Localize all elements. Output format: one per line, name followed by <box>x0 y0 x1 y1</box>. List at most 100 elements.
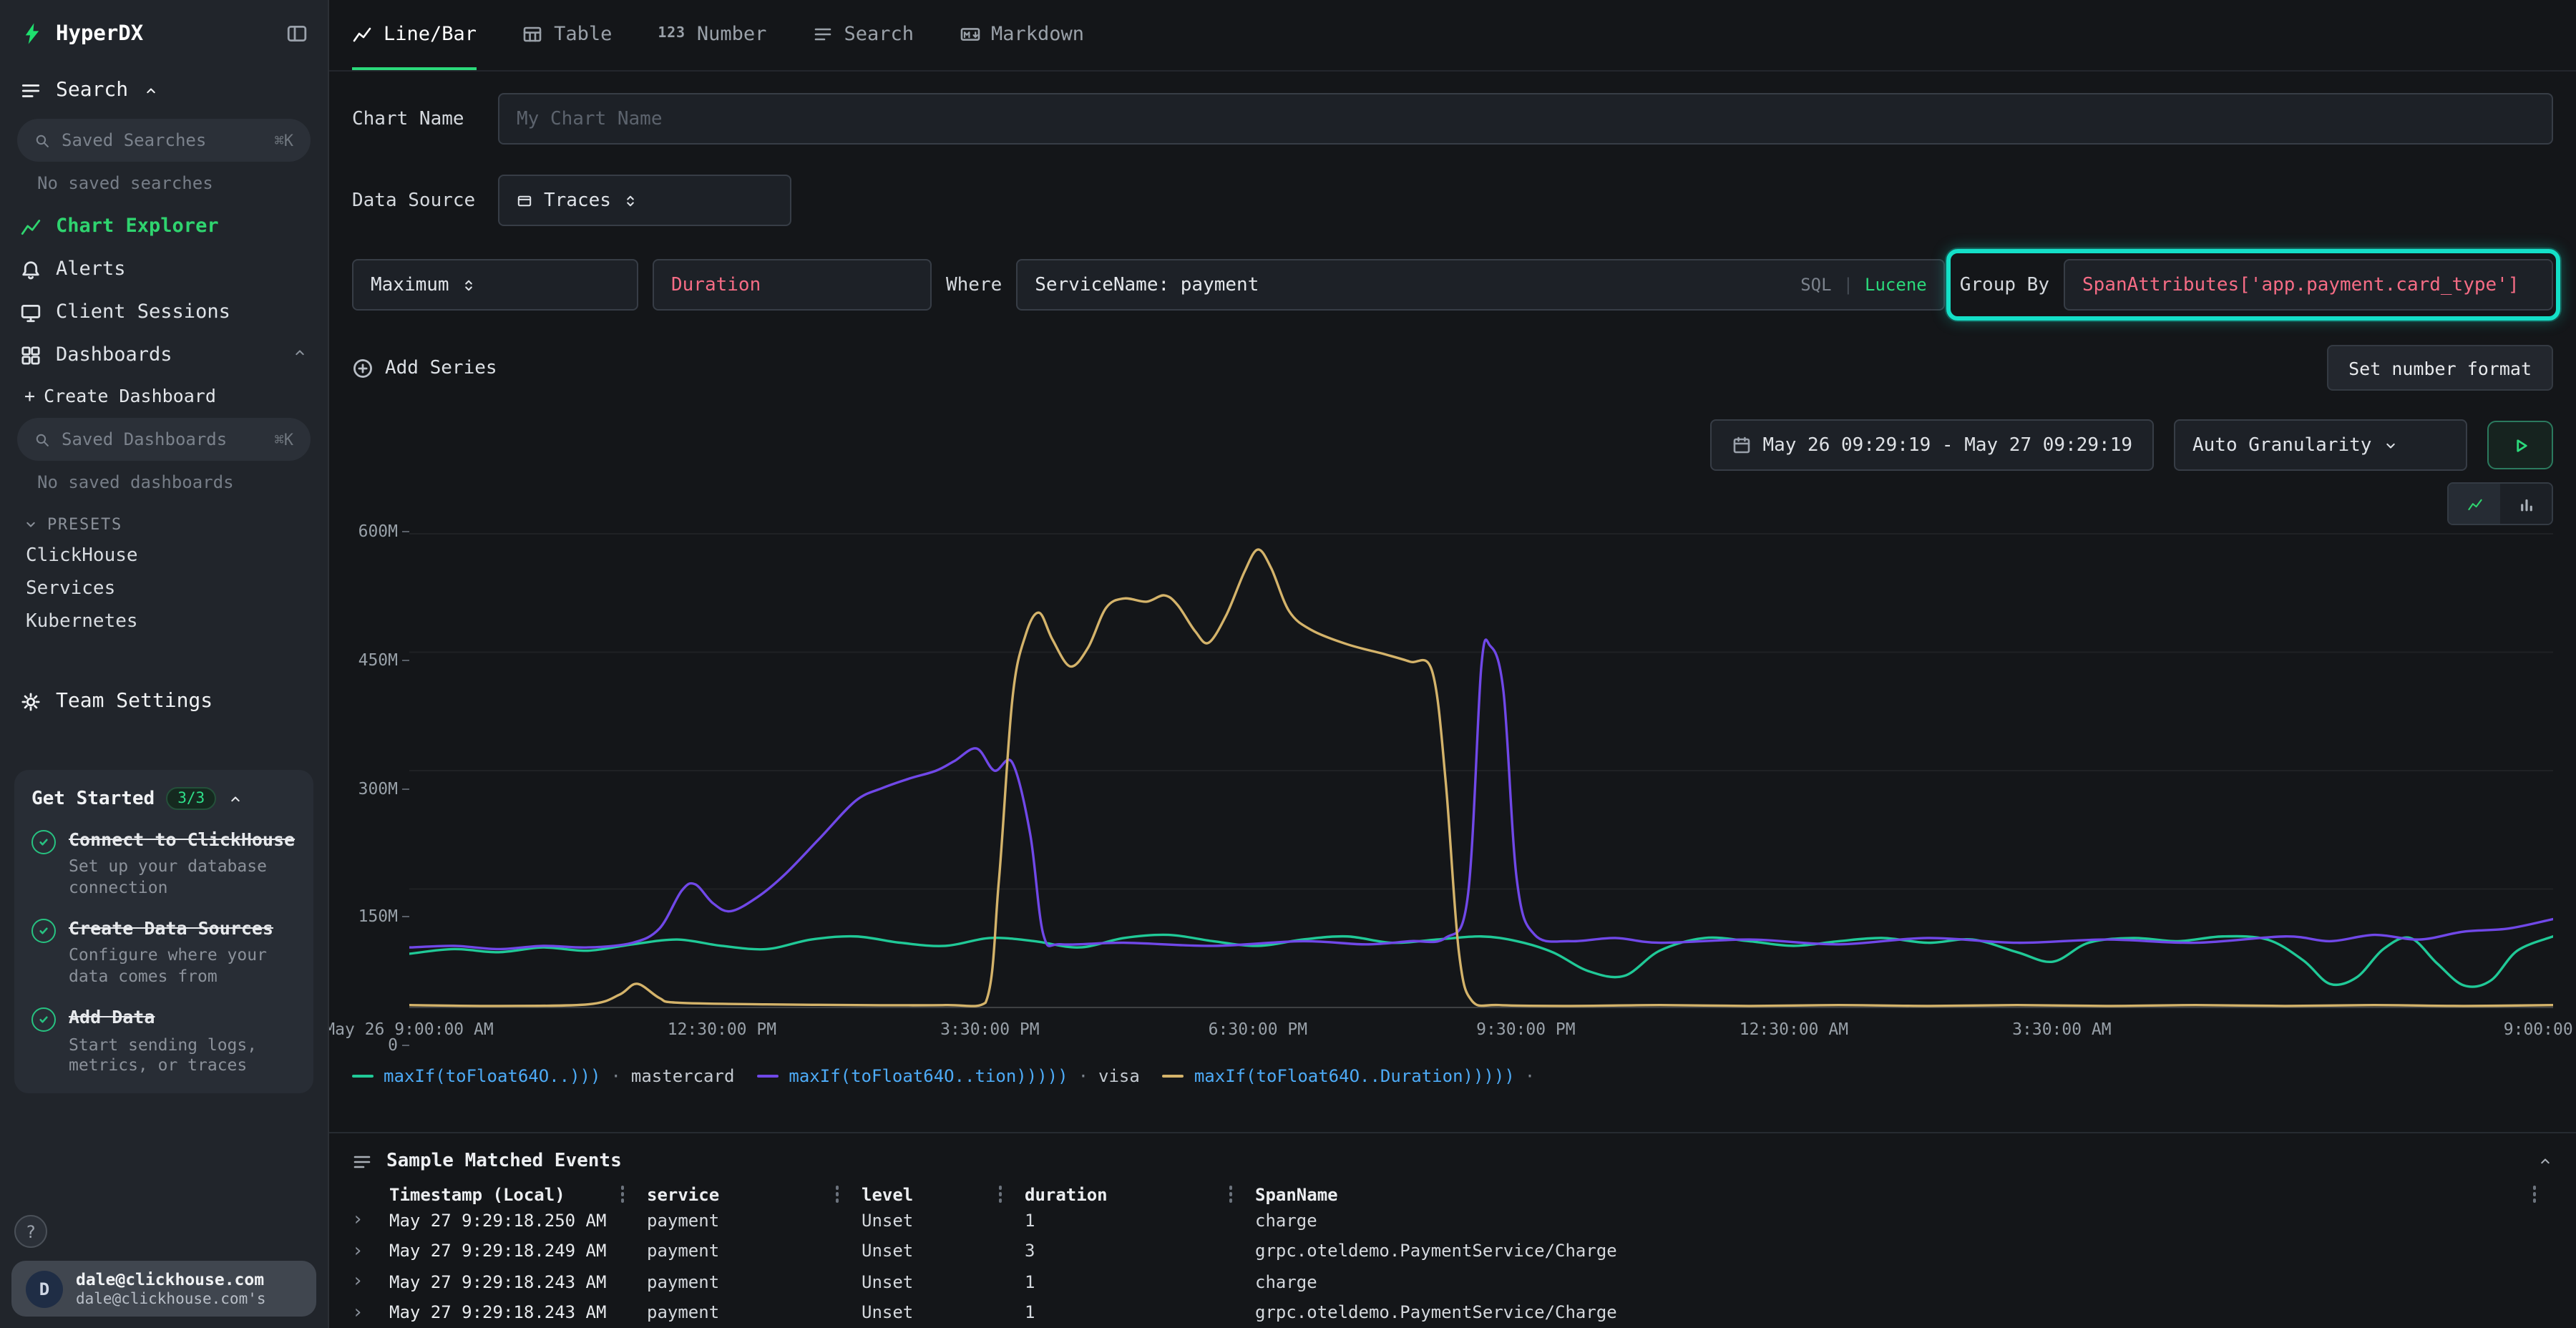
legend-dash <box>757 1075 779 1078</box>
collapse-sidebar-button[interactable] <box>286 23 308 44</box>
expand-row-icon[interactable]: › <box>352 1271 389 1293</box>
expand-row-icon[interactable]: › <box>352 1241 389 1262</box>
select-caret-icon <box>461 277 477 293</box>
x-axis-label: 9:00:00 AM <box>2504 1019 2576 1039</box>
language-toggle-divider: | <box>1843 275 1853 295</box>
collapse-events-button[interactable] <box>2537 1153 2553 1169</box>
legend-item[interactable]: maxIf(toFloat64O..tion)))))·visa <box>757 1063 1139 1089</box>
sidebar-item-label: Dashboards <box>56 343 172 366</box>
column-header-label: SpanName <box>1255 1184 1338 1204</box>
x-axis-label: 6:30:00 PM <box>1209 1019 1308 1039</box>
event-cell: Unset <box>862 1241 1025 1261</box>
sidebar-item-client-sessions[interactable]: Client Sessions <box>0 290 328 333</box>
legend-item[interactable]: maxIf(toFloat64O..Duration)))))· <box>1163 1063 1535 1089</box>
table-menu-icon[interactable] <box>2533 1193 2537 1196</box>
event-cell: Unset <box>862 1211 1025 1231</box>
group-by-input[interactable] <box>2082 274 2534 296</box>
saved-dashboards-input[interactable]: Saved Dashboards ⌘K <box>17 418 311 461</box>
user-menu[interactable]: D dale@clickhouse.com dale@clickhouse.co… <box>11 1261 316 1317</box>
where-input[interactable] <box>1035 274 1789 296</box>
tab-table[interactable]: Table <box>522 0 612 70</box>
x-axis-label: 3:30:00 AM <box>2012 1019 2112 1039</box>
saved-searches-input[interactable]: Saved Searches ⌘K <box>17 119 311 162</box>
sidebar-item-team-settings[interactable]: Team Settings <box>0 675 328 727</box>
search-section-header[interactable]: Search <box>0 64 328 116</box>
date-range-picker[interactable]: May 26 09:29:19 - May 27 09:29:19 <box>1709 419 2154 471</box>
column-header[interactable]: duration <box>1025 1184 1255 1204</box>
sql-language-toggle[interactable]: SQL <box>1800 275 1831 295</box>
add-series-button[interactable]: Add Series <box>352 357 497 379</box>
tab-number[interactable]: 123Number <box>658 0 766 70</box>
get-started-card: Get Started 3/3 Connect to ClickHouseSet… <box>14 770 313 1094</box>
preset-services[interactable]: Services <box>0 572 328 605</box>
set-number-format-button[interactable]: Set number format <box>2327 345 2553 391</box>
run-query-button[interactable] <box>2487 421 2553 469</box>
shortcut-hint: ⌘K <box>275 131 294 150</box>
line-chart-canvas <box>409 531 2553 1010</box>
event-cell: grpc.oteldemo.PaymentService/Charge <box>1255 1303 2516 1323</box>
sidebar-item-label: Client Sessions <box>56 301 230 323</box>
get-started-item[interactable]: Create Data SourcesConfigure where your … <box>31 917 296 987</box>
brand-name: HyperDX <box>56 22 143 45</box>
column-menu-icon[interactable] <box>835 1193 839 1196</box>
group-by-label: Group By <box>1960 274 2049 296</box>
create-dashboard-button[interactable]: + Create Dashboard <box>0 376 328 415</box>
tab-search[interactable]: Search <box>812 0 914 70</box>
preset-kubernetes[interactable]: Kubernetes <box>0 605 328 638</box>
column-header[interactable]: service <box>647 1184 862 1204</box>
sidebar-item-chart-explorer[interactable]: Chart Explorer <box>0 205 328 248</box>
get-started-item-title: Create Data Sources <box>69 917 296 941</box>
data-source-select[interactable]: Traces <box>498 175 791 226</box>
aggregation-value: Maximum <box>371 274 449 296</box>
help-button[interactable]: ? <box>14 1215 47 1248</box>
event-row[interactable]: ›May 27 9:29:18.249 AMpaymentUnset3grpc.… <box>329 1236 2576 1266</box>
y-axis-label: 600M <box>358 521 398 541</box>
aggregation-field-input[interactable] <box>671 274 913 296</box>
chevron-up-icon <box>142 82 158 98</box>
get-started-item[interactable]: Add DataStart sending logs, metrics, or … <box>31 1007 296 1077</box>
line-chart-toggle[interactable] <box>2449 484 2500 524</box>
tab-line-bar[interactable]: Line/Bar <box>352 0 477 70</box>
create-dashboard-label: Create Dashboard <box>44 385 216 406</box>
sidebar-item-alerts[interactable]: Alerts <box>0 248 328 290</box>
sidebar-item-dashboards[interactable]: Dashboards <box>0 333 328 376</box>
plot <box>409 531 2553 1010</box>
presets-toggle[interactable]: PRESETS <box>0 504 328 540</box>
check-icon <box>37 1014 50 1027</box>
chart-name-label: Chart Name <box>352 108 484 130</box>
column-header[interactable]: level <box>862 1184 1025 1204</box>
expand-row-icon[interactable]: › <box>352 1302 389 1324</box>
legend-item[interactable]: maxIf(toFloat64O..)))·mastercard <box>352 1063 734 1089</box>
event-row[interactable]: ›May 27 9:29:18.243 AMpaymentUnset1charg… <box>329 1266 2576 1297</box>
get-started-title: Get Started <box>31 788 155 809</box>
logo[interactable]: HyperDX <box>20 21 143 46</box>
tab-markdown[interactable]: Markdown <box>960 0 1084 70</box>
event-row[interactable]: ›May 27 9:29:18.243 AMpaymentUnset1grpc.… <box>329 1297 2576 1328</box>
column-menu-icon[interactable] <box>998 1193 1002 1196</box>
chart-name-input[interactable] <box>517 108 2534 130</box>
expand-row-icon[interactable]: › <box>352 1210 389 1231</box>
event-row[interactable]: ›May 27 9:29:18.250 AMpaymentUnset1charg… <box>329 1205 2576 1236</box>
x-axis-label: 12:30:00 PM <box>668 1019 776 1039</box>
chevron-up-icon <box>228 791 243 806</box>
bar-chart-toggle[interactable] <box>2500 484 2552 524</box>
x-axis-label: 3:30:00 PM <box>940 1019 1040 1039</box>
user-email: dale@clickhouse.com <box>76 1269 266 1289</box>
legend-dash <box>1163 1075 1184 1078</box>
column-header[interactable]: SpanName <box>1255 1184 2516 1204</box>
dashboards-subsection: + Create Dashboard Saved Dashboards ⌘K N… <box>0 376 328 638</box>
column-header[interactable]: Timestamp (Local) <box>389 1184 647 1204</box>
granularity-select[interactable]: Auto Granularity <box>2174 419 2467 471</box>
column-menu-icon[interactable] <box>620 1193 624 1196</box>
calendar-icon <box>1731 435 1751 455</box>
shortcut-hint: ⌘K <box>275 430 294 449</box>
event-cell: payment <box>647 1303 862 1323</box>
lucene-language-toggle[interactable]: Lucene <box>1865 275 1927 295</box>
aggregation-select[interactable]: Maximum <box>352 259 638 311</box>
traces-source-icon <box>517 192 532 208</box>
column-menu-icon[interactable] <box>1229 1193 1232 1196</box>
events-title: Sample Matched Events <box>386 1151 622 1172</box>
preset-clickhouse[interactable]: ClickHouse <box>0 540 328 572</box>
get-started-item[interactable]: Connect to ClickHouseSet up your databas… <box>31 829 296 899</box>
get-started-header[interactable]: Get Started 3/3 <box>31 787 296 810</box>
